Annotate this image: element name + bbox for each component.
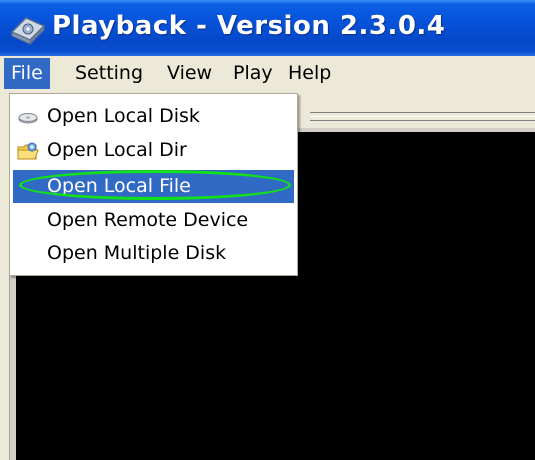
app-icon <box>10 17 46 46</box>
menu-item-open-local-file[interactable]: Open Local File <box>13 170 294 203</box>
menu-item-label: Open Multiple Disk <box>47 242 227 264</box>
menu-item-label: Open Local Dir <box>47 139 187 161</box>
folder-icon <box>17 142 39 160</box>
file-menu-dropdown: Open Local Disk Open Local Dir Open Loca… <box>9 93 298 276</box>
window-title: Playback - Version 2.3.0.4 <box>52 11 446 41</box>
menu-item-label: Open Local File <box>47 175 191 197</box>
menu-item-open-remote-device[interactable]: Open Remote Device <box>10 204 297 237</box>
menu-setting[interactable]: Setting <box>68 58 150 89</box>
menu-bar: File Setting View Play Help <box>0 56 535 93</box>
disk-icon <box>18 113 38 124</box>
toolbar-divider <box>310 120 535 121</box>
toolbar-divider <box>310 112 535 113</box>
menu-help[interactable]: Help <box>281 58 338 89</box>
menu-item-label: Open Local Disk <box>47 105 200 127</box>
menu-view[interactable]: View <box>160 58 219 89</box>
menu-item-open-local-disk[interactable]: Open Local Disk <box>10 100 297 133</box>
menu-play[interactable]: Play <box>226 58 280 89</box>
toolbar-divider-highlight <box>310 116 535 117</box>
menu-file[interactable]: File <box>4 58 50 89</box>
menu-item-open-local-dir[interactable]: Open Local Dir <box>10 134 297 167</box>
title-bar[interactable]: Playback - Version 2.3.0.4 <box>0 0 535 56</box>
playback-window: Playback - Version 2.3.0.4 File Setting … <box>0 0 535 460</box>
menu-item-open-multiple-disk[interactable]: Open Multiple Disk <box>10 237 297 270</box>
menu-item-label: Open Remote Device <box>47 209 249 231</box>
